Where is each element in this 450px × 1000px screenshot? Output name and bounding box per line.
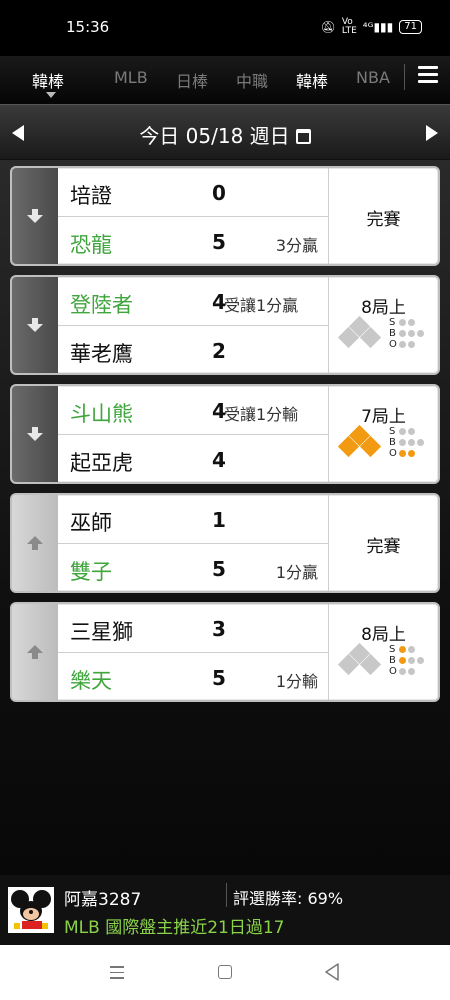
expert-banner[interactable]: 阿嘉3287 評選勝率: 69% MLB 國際盤主推近21日過17 [0, 875, 450, 945]
tab-npb[interactable]: 日棒 [176, 68, 208, 92]
game-inning: 8局上 [361, 625, 406, 645]
home-team-name: 恐龍 [70, 233, 112, 257]
home-team-score: 5 [212, 666, 226, 690]
game-inning: 8局上 [361, 298, 406, 318]
bases-diamond-icon [337, 642, 382, 682]
4g-signal-icon: ⁴ᴳ▮▮▮ [362, 20, 394, 34]
game-card[interactable]: 斗山熊 4 受讓1分輸 起亞虎 4 7局上 S B O [10, 384, 440, 484]
game-card[interactable]: 登陸者 4 受讓1分贏 華老鷹 2 8局上 S B O [10, 275, 440, 375]
sbo-count: S B O [389, 317, 426, 350]
tab-kbo[interactable]: 韓棒 [32, 68, 64, 92]
tab-cpbl[interactable]: 中職 [236, 68, 268, 92]
arrow-down-icon [27, 318, 43, 332]
bases-diamond-icon [337, 315, 382, 355]
sbo-count: S B O [389, 644, 426, 677]
bet-result: 1分贏 [275, 563, 318, 582]
bet-result: 受讓1分贏 [224, 296, 299, 315]
promo-text: MLB 國際盤主推近21日過17 [64, 918, 285, 938]
win-rate: 評選勝率: 69% [233, 889, 344, 908]
away-team-name: 巫師 [70, 511, 112, 535]
battery-icon: 71 [399, 20, 422, 34]
home-team-name: 起亞虎 [70, 451, 133, 475]
menu-icon[interactable] [418, 66, 438, 88]
home-icon[interactable] [218, 965, 232, 979]
home-team-score: 5 [212, 557, 226, 581]
next-day-arrow-icon[interactable] [426, 125, 438, 141]
home-team-score: 4 [212, 448, 226, 472]
recents-icon[interactable] [110, 966, 124, 983]
expand-toggle[interactable] [12, 495, 58, 591]
home-team-name: 樂天 [70, 669, 112, 693]
expand-toggle[interactable] [12, 277, 58, 373]
expand-toggle[interactable] [12, 168, 58, 264]
status-time: 15:36 [66, 18, 110, 36]
expand-toggle[interactable] [12, 386, 58, 482]
away-team-name: 斗山熊 [70, 402, 133, 426]
system-nav-bar [0, 945, 450, 1000]
expand-toggle[interactable] [12, 604, 58, 700]
volte-icon: Vo LTE [341, 17, 357, 36]
calendar-icon [295, 129, 311, 144]
footer-divider [226, 883, 227, 907]
home-team-score: 2 [212, 339, 226, 363]
date-selector[interactable]: 今日 05/18 週日 [0, 120, 450, 149]
arrow-down-icon [27, 427, 43, 441]
avatar [8, 887, 54, 933]
game-card[interactable]: 巫師 1 雙子 5 1分贏 完賽 [10, 493, 440, 593]
date-bar: 今日 05/18 週日 [0, 104, 450, 160]
game-status: 完賽 [366, 537, 401, 557]
game-card[interactable]: 三星獅 3 樂天 5 1分輸 8局上 S B O [10, 602, 440, 702]
away-team-score: 1 [212, 508, 226, 532]
away-team-name: 三星獅 [70, 620, 133, 644]
bet-result: 受讓1分輸 [224, 405, 299, 424]
tab-mlb[interactable]: MLB [114, 68, 148, 87]
date-label: 今日 05/18 週日 [139, 124, 290, 148]
league-tab-bar: 韓棒 MLB 日棒 中職 韓棒 NBA [0, 56, 450, 104]
back-icon[interactable] [324, 963, 340, 981]
bet-result: 1分輸 [275, 672, 318, 691]
tab-divider [404, 64, 405, 90]
arrow-up-icon [27, 536, 43, 550]
game-card[interactable]: 培證 0 恐龍 5 3分贏 完賽 [10, 166, 440, 266]
away-team-name: 登陸者 [70, 293, 133, 317]
game-status: 完賽 [366, 210, 401, 230]
sbo-count: S B O [389, 426, 426, 459]
bases-diamond-icon [337, 424, 382, 464]
away-team-score: 3 [212, 617, 226, 641]
home-team-score: 5 [212, 230, 226, 254]
away-team-score: 0 [212, 181, 226, 205]
status-bar: 15:36 🔕︎ Vo LTE ⁴ᴳ▮▮▮ 71 [0, 0, 450, 56]
tab-kbo-2[interactable]: 韓棒 [296, 68, 328, 92]
status-icons: 🔕︎ Vo LTE ⁴ᴳ▮▮▮ 71 [321, 18, 422, 36]
mouse-avatar-icon [8, 887, 54, 933]
username: 阿嘉3287 [64, 890, 142, 910]
arrow-down-icon [27, 209, 43, 223]
mute-icon: 🔕︎ [320, 20, 336, 34]
active-tab-caret-icon [46, 92, 56, 98]
tab-nba[interactable]: NBA [356, 68, 390, 87]
home-team-name: 雙子 [70, 560, 112, 584]
game-inning: 7局上 [361, 407, 406, 427]
home-team-name: 華老鷹 [70, 342, 133, 366]
game-list: 培證 0 恐龍 5 3分贏 完賽 登陸者 4 受讓1分贏 華老鷹 2 8局上 S… [0, 160, 450, 875]
bet-result: 3分贏 [275, 236, 318, 255]
arrow-up-icon [27, 645, 43, 659]
away-team-name: 培證 [70, 184, 112, 208]
